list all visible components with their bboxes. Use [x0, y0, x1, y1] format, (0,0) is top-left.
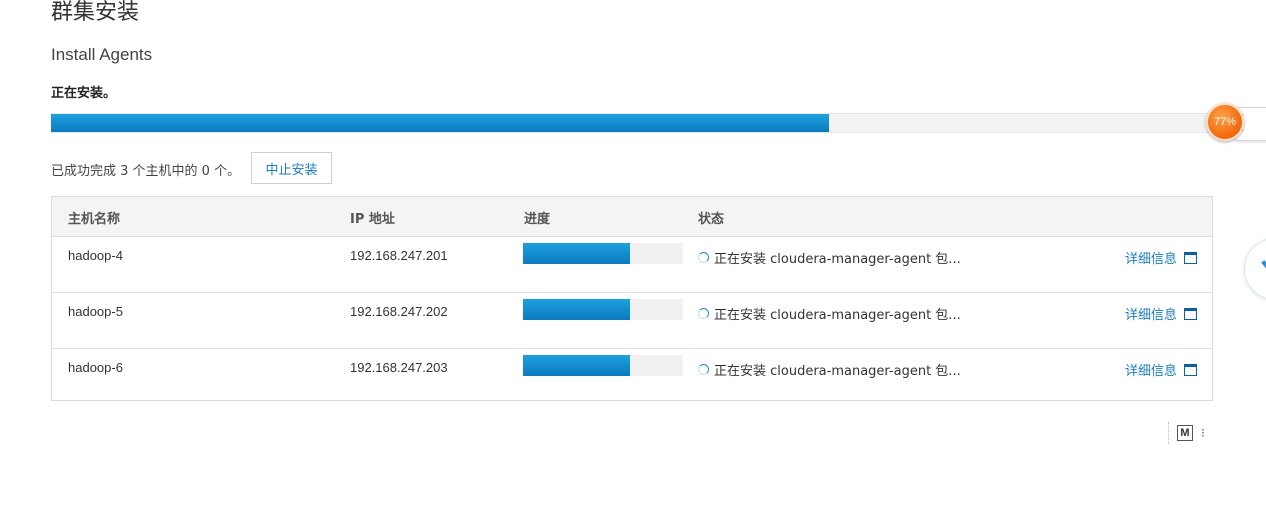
header-status: 状态 — [698, 212, 725, 227]
check-icon — [1261, 255, 1266, 275]
overall-progress-bar — [51, 113, 1266, 133]
status-text: 正在安装 cloudera-manager-agent 包... — [714, 364, 961, 379]
status-text: 正在安装 cloudera-manager-agent 包... — [714, 308, 961, 323]
row-progress-fill — [523, 243, 631, 264]
ip-cell: 192.168.247.202 — [350, 304, 448, 319]
ime-toolbar[interactable]: M ⁝ — [1168, 422, 1205, 444]
details-link[interactable]: 详细信息 — [1125, 304, 1198, 323]
details-link-label[interactable]: 详细信息 — [1125, 360, 1177, 379]
status-cell: 正在安装 cloudera-manager-agent 包... — [698, 360, 961, 379]
ip-cell: 192.168.247.201 — [350, 248, 448, 263]
row-progress-fill — [523, 299, 631, 320]
network-speed-badge[interactable]: ↑ ↓ 77% — [1204, 103, 1266, 141]
cluster-install-page: 群集安装 Install Agents 正在安装。 ↑ ↓ 77% 已成功完成 … — [0, 0, 1266, 507]
table-row: hadoop-4 192.168.247.201 正在安装 cloudera-m… — [52, 237, 1212, 293]
status-text: 正在安装 cloudera-manager-agent 包... — [714, 252, 961, 267]
window-icon[interactable] — [1184, 251, 1198, 264]
details-link[interactable]: 详细信息 — [1125, 360, 1198, 379]
details-link-label[interactable]: 详细信息 — [1125, 248, 1177, 267]
row-progress-bar — [523, 355, 683, 376]
ime-mode-icon[interactable]: M — [1177, 425, 1193, 441]
abort-install-button[interactable]: 中止安装 — [251, 152, 332, 184]
table-row: hadoop-5 192.168.247.202 正在安装 cloudera-m… — [52, 293, 1212, 349]
hostname-cell: hadoop-5 — [68, 304, 123, 319]
loading-spinner-icon — [698, 308, 709, 319]
header-progress: 进度 — [524, 212, 551, 227]
loading-spinner-icon — [698, 252, 709, 263]
table-row: hadoop-6 192.168.247.203 正在安装 cloudera-m… — [52, 349, 1212, 404]
table-header: 主机名称 IP 地址 进度 状态 — [52, 197, 1212, 237]
status-cell: 正在安装 cloudera-manager-agent 包... — [698, 248, 961, 267]
header-hostname: 主机名称 — [68, 212, 121, 227]
row-progress-fill — [523, 355, 631, 376]
page-subtitle: Install Agents — [51, 45, 153, 64]
header-ip: IP 地址 — [350, 212, 395, 227]
row-progress-bar — [523, 243, 683, 264]
details-link[interactable]: 详细信息 — [1125, 248, 1198, 267]
hosts-table: 主机名称 IP 地址 进度 状态 hadoop-4 192.168.247.20… — [51, 196, 1213, 401]
floating-assistant-button[interactable] — [1244, 238, 1266, 300]
window-icon[interactable] — [1184, 363, 1198, 376]
ip-cell: 192.168.247.203 — [350, 360, 448, 375]
hostname-cell: hadoop-6 — [68, 360, 123, 375]
details-link-label[interactable]: 详细信息 — [1125, 304, 1177, 323]
status-cell: 正在安装 cloudera-manager-agent 包... — [698, 304, 961, 323]
window-icon[interactable] — [1184, 307, 1198, 320]
percent-badge[interactable]: 77% — [1206, 103, 1244, 141]
install-summary: 已成功完成 3 个主机中的 0 个。 — [51, 164, 241, 179]
installing-status-label: 正在安装。 — [51, 86, 117, 101]
loading-spinner-icon — [698, 364, 709, 375]
more-options-icon[interactable]: ⁝ — [1201, 427, 1205, 439]
row-progress-bar — [523, 299, 683, 320]
overall-progress-fill — [51, 114, 829, 132]
page-title: 群集安装 — [51, 0, 140, 25]
hostname-cell: hadoop-4 — [68, 248, 123, 263]
